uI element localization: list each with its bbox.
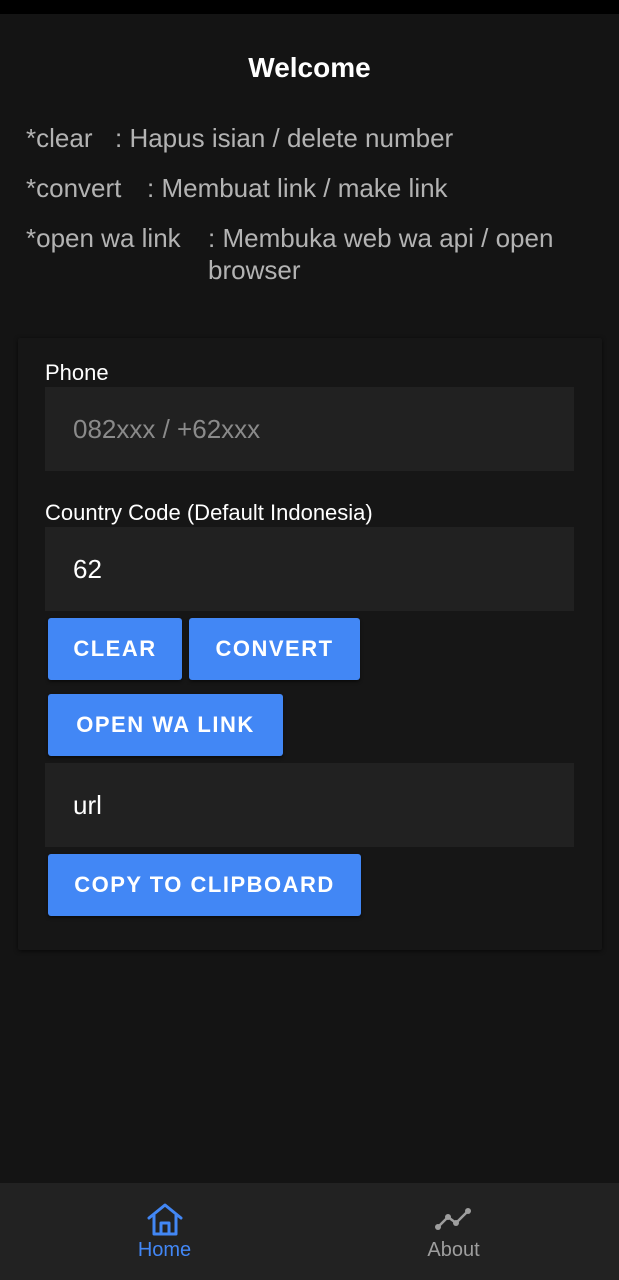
help-row-clear: *clear : Hapus isian / delete number: [26, 122, 596, 154]
help-key: *open wa link: [26, 223, 181, 253]
help-desc: : Membuka web wa api / open browser: [208, 223, 554, 285]
nav-item-home[interactable]: Home: [10, 1183, 319, 1280]
copy-to-clipboard-button[interactable]: COPY TO CLIPBOARD: [48, 854, 361, 916]
help-key: *clear: [26, 123, 93, 153]
country-code-input[interactable]: [73, 527, 574, 611]
bottom-nav: Home About: [0, 1183, 619, 1280]
url-input[interactable]: [73, 763, 574, 847]
phone-label: Phone: [45, 360, 109, 385]
open-wa-link-button[interactable]: OPEN WA LINK: [48, 694, 283, 756]
form-card: Phone Country Code (Default Indonesia) C…: [18, 338, 602, 950]
country-code-label: Country Code (Default Indonesia): [45, 500, 373, 525]
nav-label-home: Home: [137, 1239, 192, 1261]
nav-item-about[interactable]: About: [299, 1183, 608, 1280]
clear-button[interactable]: CLEAR: [48, 618, 182, 680]
help-desc: : Membuat link / make link: [147, 173, 448, 203]
help-row-convert: *convert : Membuat link / make link: [26, 172, 596, 204]
help-list: *clear : Hapus isian / delete number *co…: [26, 122, 596, 304]
help-desc: : Hapus isian / delete number: [115, 123, 454, 153]
phone-input[interactable]: [73, 387, 574, 471]
trend-icon: [434, 1208, 471, 1230]
convert-button[interactable]: CONVERT: [189, 618, 360, 680]
nav-label-about: About: [427, 1239, 480, 1261]
phone-field[interactable]: [45, 387, 574, 471]
url-field[interactable]: [45, 763, 574, 847]
home-icon: [147, 1203, 182, 1236]
status-bar: [0, 0, 619, 14]
help-key: *convert: [26, 173, 122, 203]
help-row-open-wa-link: *open wa link : Membuka web wa api / ope…: [26, 222, 596, 286]
page-title: Welcome: [248, 52, 371, 83]
country-code-field[interactable]: [45, 527, 574, 611]
